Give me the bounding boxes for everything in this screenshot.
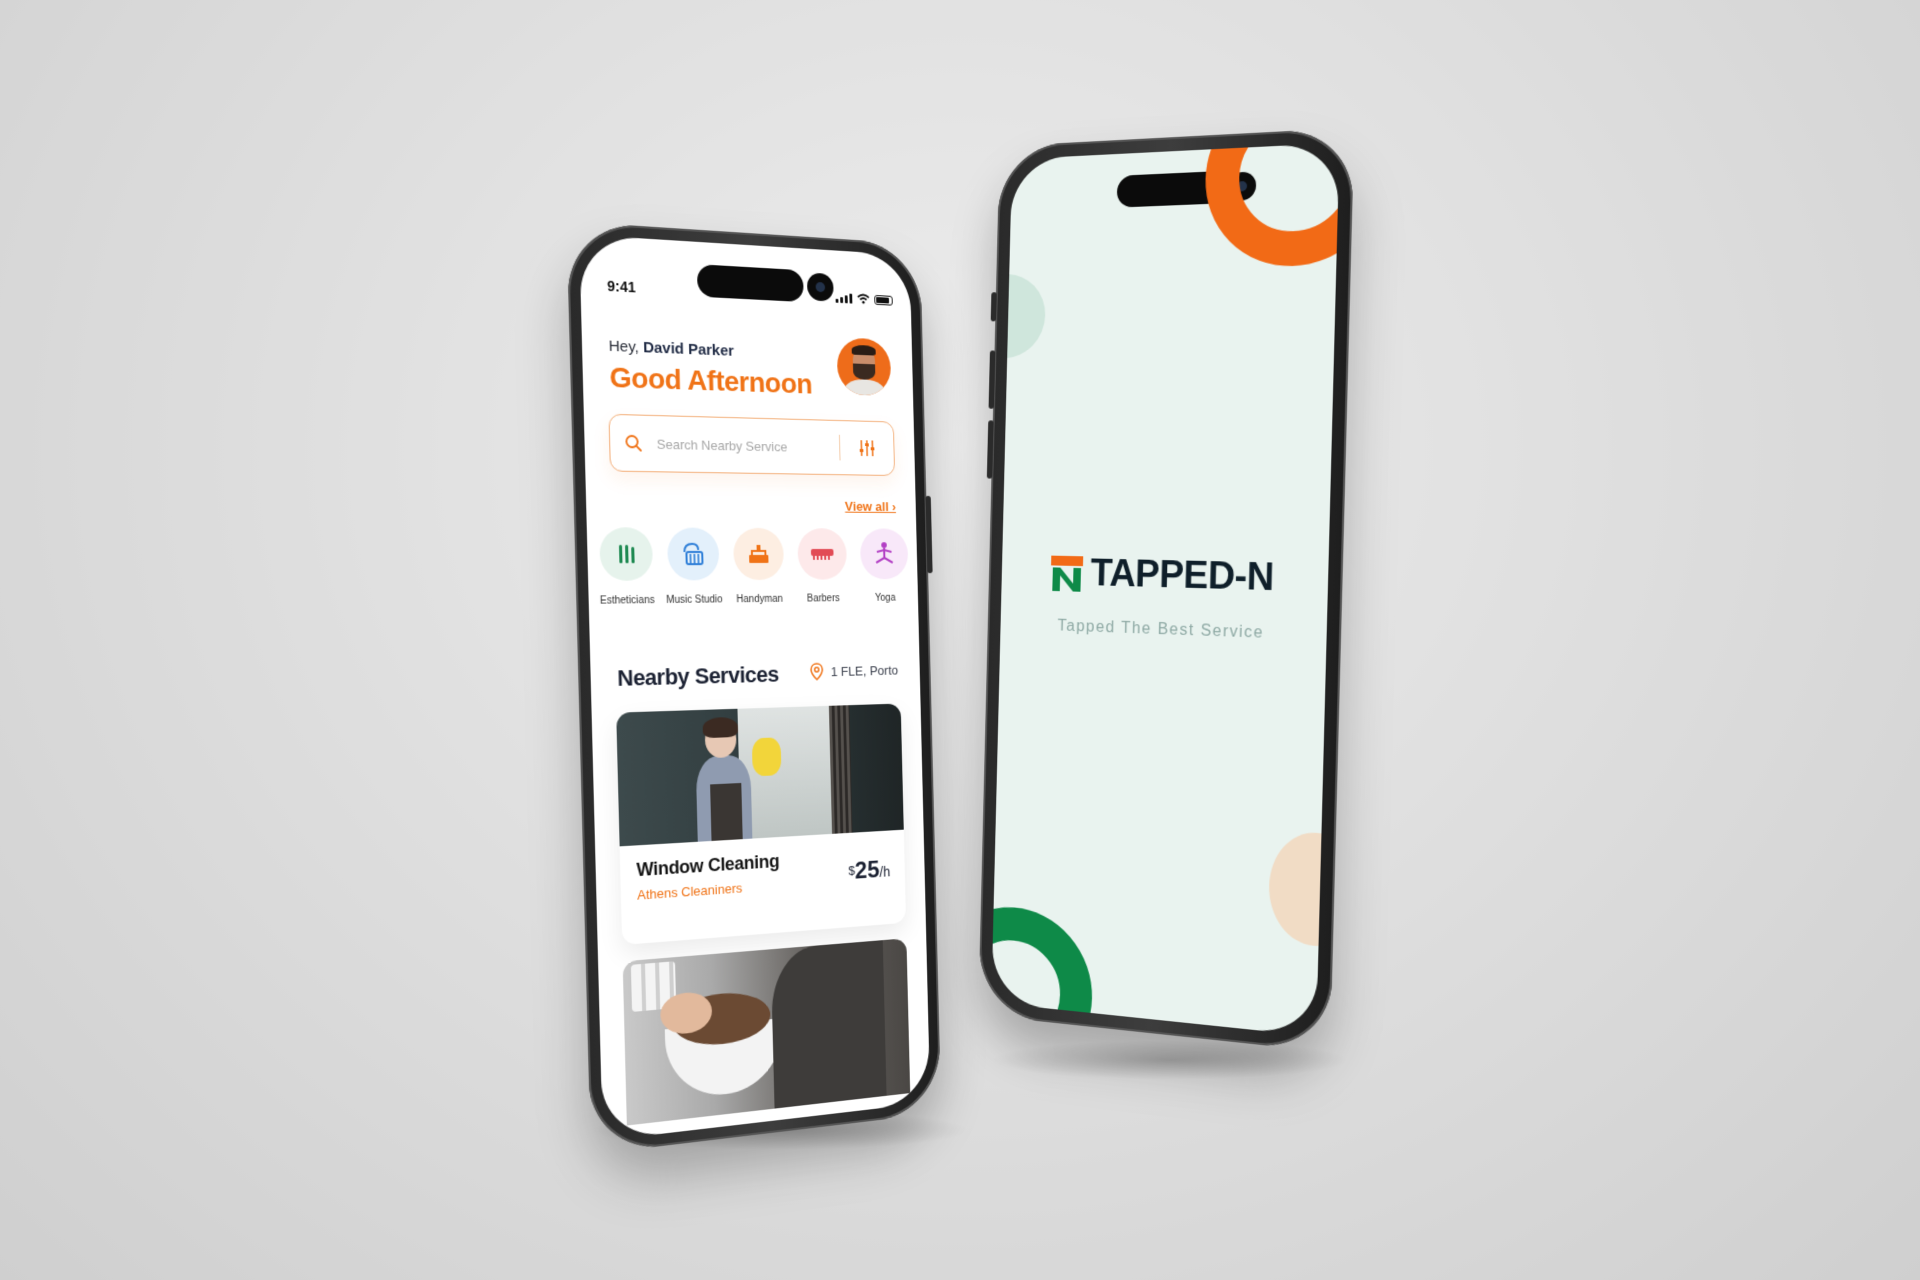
service-card-image [616,703,904,847]
signal-icon [835,293,853,304]
avatar-body [843,378,887,397]
category-label: Handyman [736,593,784,606]
status-time: 9:41 [606,277,636,296]
volume-up-button [988,350,996,409]
filter-icon[interactable] [853,438,881,458]
brand-block: TAPPED-N Tapped The Best Service [1000,551,1328,645]
avatar[interactable] [836,337,892,397]
window-blinds [828,705,853,834]
nearby-services-heading: Nearby Services [616,661,780,691]
location-label: 1 FLE, Porto [830,662,899,679]
category-label: Barbers [806,593,840,605]
avatar-beard [852,363,876,380]
greeting-prefix: Hey, [608,337,640,357]
wifi-icon [857,293,870,304]
view-all-label: View all [844,498,889,514]
volume-down-button [986,420,994,479]
service-card[interactable]: Window Cleaning Athens Cleaniners $25/h [616,703,907,945]
toolbox-icon [732,527,785,581]
power-button [925,495,933,574]
location-pin-icon [810,663,824,681]
category-label: Estheticians [599,594,655,607]
category-music-studio[interactable]: Music Studio [661,527,726,606]
greeting-title: Good Afternoon [609,361,813,400]
user-name: David Parker [642,338,735,360]
category-label: Music Studio [665,594,723,607]
action-button [990,292,997,322]
service-card-body: Window Cleaning Athens Cleaniners $25/h [620,830,906,919]
category-barbers[interactable]: Barbers [791,528,853,605]
category-handyman[interactable]: Handyman [727,527,790,606]
search-divider [838,434,841,461]
category-list: Estheticians Music Studio Handyman Barbe… [589,527,918,607]
orange-ring-decoration [1203,142,1340,269]
brand-logo: TAPPED-N [1051,552,1275,601]
greeting: Hey, David Parker Good Afternoon [608,337,812,400]
home-screen: 9:41 Hey, David Parker Good Afternoon Se… [579,234,931,1141]
phone-splash-screen: TAPPED-N Tapped The Best Service [978,127,1355,1053]
greeting-line: Hey, David Parker [608,337,811,362]
comb-icon [797,528,848,580]
mint-circle-decoration [991,273,1047,359]
phone-home-screen: 9:41 Hey, David Parker Good Afternoon Se… [566,221,942,1155]
tapped-n-logo-icon [1051,555,1084,592]
battery-icon [874,294,893,306]
cleaner-hair [702,716,739,739]
cleaner-glove [751,737,782,777]
location-selector[interactable]: 1 FLE, Porto [810,661,898,681]
category-label: Yoga [874,592,896,604]
right-phone-shadow [990,1040,1350,1080]
brand-name: TAPPED-N [1090,552,1275,600]
price-amount: 25 [854,856,880,885]
cleaner-apron [710,782,743,841]
service-card-hair-wash[interactable] [622,938,911,1126]
brand-tagline: Tapped The Best Service [1057,617,1265,642]
brush-icon [599,527,654,581]
category-estheticians[interactable]: Estheticians [593,527,660,607]
service-price: $25/h [848,856,891,886]
piano-icon [666,527,720,581]
search-input[interactable] [656,436,840,455]
search-bar [608,413,896,477]
splash-screen: TAPPED-N Tapped The Best Service [991,142,1340,1037]
price-unit: /h [879,863,891,880]
green-ring-decoration [991,900,1095,1037]
search-icon [610,433,657,452]
view-all-link[interactable]: View all › [845,499,896,514]
yoga-icon [859,528,909,580]
avatar-hair [851,344,876,356]
stylist [770,940,887,1109]
peach-circle-decoration [1267,829,1340,950]
category-yoga[interactable]: Yoga [854,528,914,604]
